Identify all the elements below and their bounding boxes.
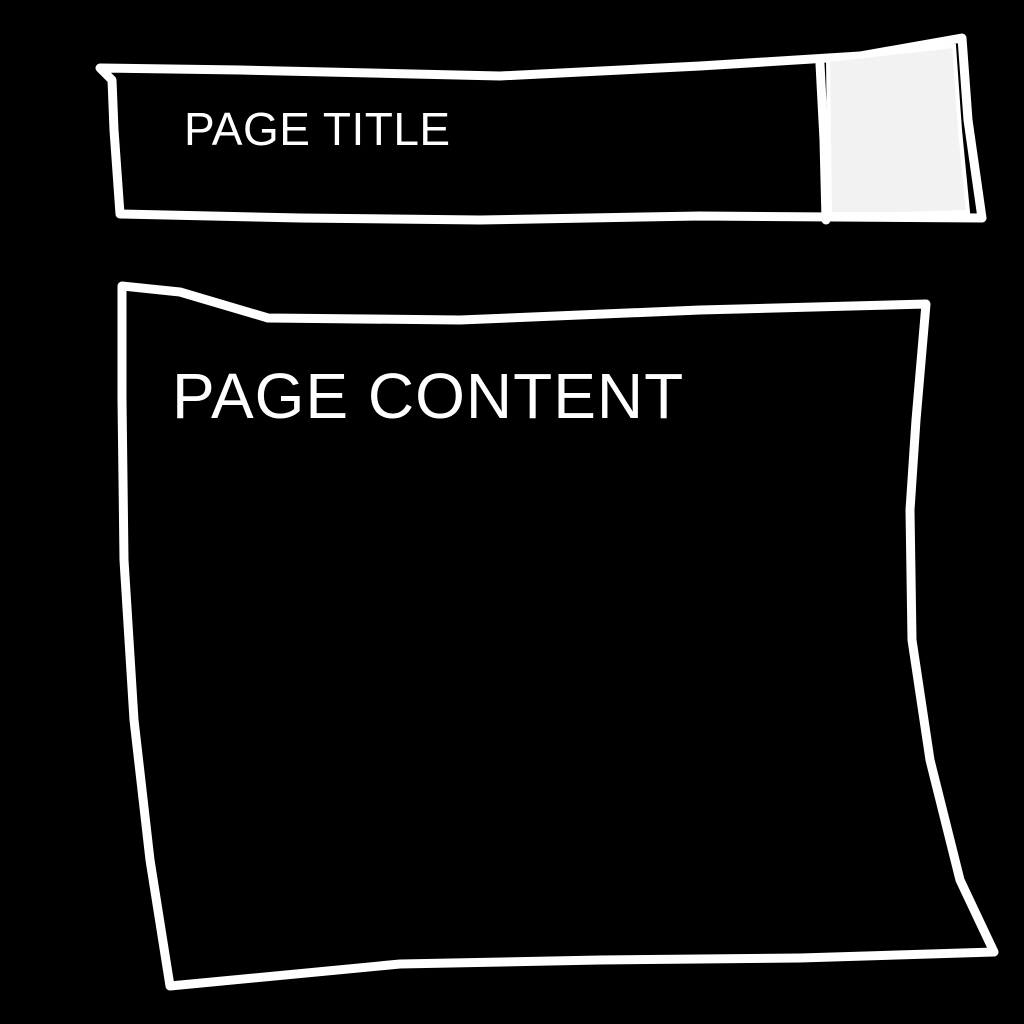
page-title: PAGE TITLE xyxy=(184,103,451,155)
header-divider xyxy=(815,59,831,225)
wireframe-canvas: PAGE TITLE PAGE CONTENT xyxy=(0,0,1024,1024)
header-action-box[interactable] xyxy=(825,43,971,216)
wireframe-sketch xyxy=(95,33,999,991)
page-content-label: PAGE CONTENT xyxy=(172,360,685,432)
